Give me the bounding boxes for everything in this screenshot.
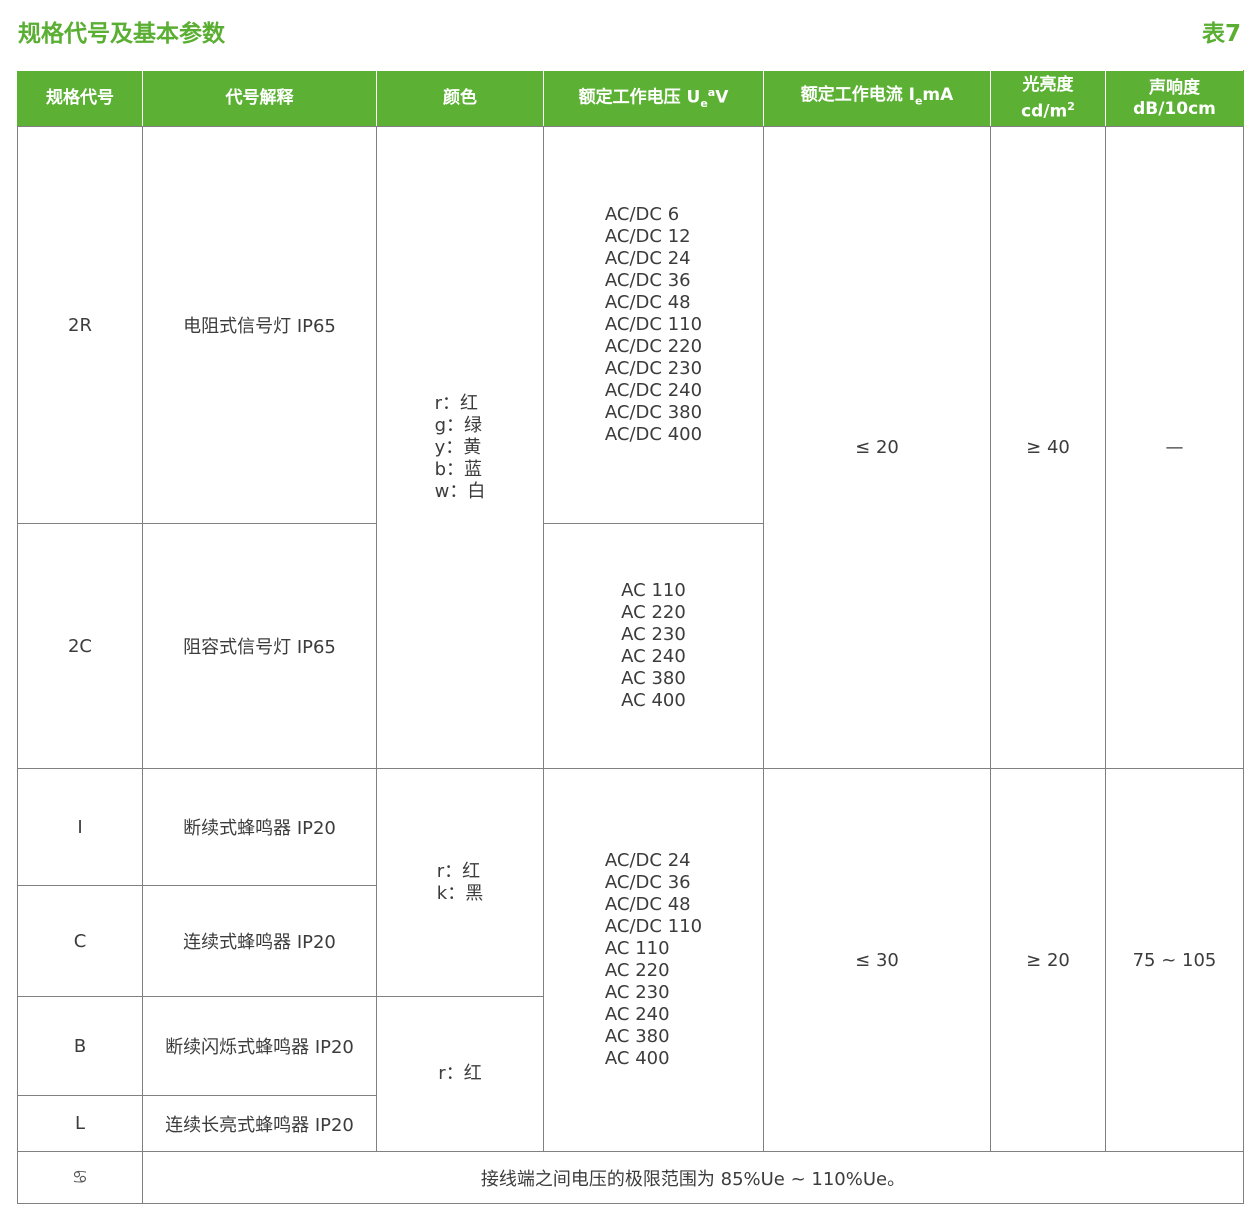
table-row: 2R 电阻式信号灯 IP65 r：红 g：绿 y：黄 b：蓝 w：白 AC/DC… <box>17 126 1244 769</box>
note-text: 接线端之间电压的极限范围为 85%Ue ~ 110%Ue。 <box>142 1151 1244 1204</box>
buzzer-current-cell: ≤ 30 <box>763 768 991 1152</box>
lamp-color-list: r：红 g：绿 y：黄 b：蓝 w：白 <box>434 392 486 502</box>
header-sound: 声响度 dB/10cm <box>1105 70 1244 127</box>
header-current: 额定工作电流 IemA <box>763 70 991 127</box>
note-icon-cell: ♋ <box>17 1151 143 1204</box>
desc-cell: 电阻式信号灯 IP65 <box>142 126 377 524</box>
lamp-current-cell: ≤ 20 <box>763 126 991 769</box>
desc-cell: 连续长亮式蜂鸣器 IP20 <box>142 1095 377 1152</box>
code-cell: L <box>17 1095 143 1152</box>
buzzer-sound-cell: 75 ~ 105 <box>1105 768 1244 1152</box>
code-cell: C <box>17 885 143 997</box>
header-sound-unit: dB/10cm <box>1133 98 1216 119</box>
table-row: I 断续式蜂鸣器 IP20 r：红 k：黑 AC/DC 24 AC/DC 36 … <box>17 768 1244 1152</box>
code-cell: 2C <box>17 523 143 769</box>
header-current-label: 额定工作电流 I <box>800 85 915 106</box>
desc-cell: 断续式蜂鸣器 IP20 <box>142 768 377 886</box>
spec-table: 规格代号 代号解释 颜色 额定工作电压 UeaV 额定工作电流 IemA 光亮度… <box>17 70 1244 1204</box>
buzzer-color-cell-IC: r：红 k：黑 <box>376 768 544 997</box>
desc-cell: 断续闪烁式蜂鸣器 IP20 <box>142 996 377 1096</box>
voltage-cell-2C: AC 110 AC 220 AC 230 AC 240 AC 380 AC 40… <box>543 523 764 769</box>
note-icon: ♋ <box>71 1167 89 1188</box>
header-sound-label: 声响度 <box>1149 77 1200 98</box>
table-number: 表7 <box>1201 21 1241 47</box>
lamp-sound-cell: — <box>1105 126 1244 769</box>
table-header: 规格代号 代号解释 颜色 额定工作电压 UeaV 额定工作电流 IemA 光亮度… <box>17 70 1244 127</box>
header-brightness-label: 光亮度 <box>1022 74 1074 95</box>
buzzer-voltage-cell: AC/DC 24 AC/DC 36 AC/DC 48 AC/DC 110 AC … <box>543 768 764 1152</box>
note-row: ♋ 接线端之间电压的极限范围为 85%Ue ~ 110%Ue。 <box>17 1151 1244 1204</box>
voltage-list-2C: AC 110 AC 220 AC 230 AC 240 AC 380 AC 40… <box>621 580 686 711</box>
header-desc: 代号解释 <box>142 70 377 127</box>
header-voltage: 额定工作电压 UeaV <box>543 70 764 127</box>
code-cell: I <box>17 768 143 886</box>
header-voltage-label: 额定工作电压 U <box>578 88 701 109</box>
voltage-list-2R: AC/DC 6 AC/DC 12 AC/DC 24 AC/DC 36 AC/DC… <box>604 204 703 445</box>
lamp-brightness-cell: ≥ 40 <box>990 126 1106 769</box>
header-voltage-unit: V <box>715 88 729 109</box>
header-current-unit: mA <box>922 85 954 106</box>
header-brightness-sup: 2 <box>1067 99 1075 113</box>
code-cell: B <box>17 996 143 1096</box>
desc-cell: 连续式蜂鸣器 IP20 <box>142 885 377 997</box>
desc-cell: 阻容式信号灯 IP65 <box>142 523 377 769</box>
buzzer-color-list-IC: r：红 k：黑 <box>436 860 484 904</box>
buzzer-brightness-cell: ≥ 20 <box>990 768 1106 1152</box>
header-color: 颜色 <box>376 70 544 127</box>
header-brightness-unit: cd/m <box>1021 101 1068 122</box>
lamp-color-cell: r：红 g：绿 y：黄 b：蓝 w：白 <box>376 126 544 769</box>
code-cell: 2R <box>17 126 143 524</box>
header-code: 规格代号 <box>17 70 143 127</box>
buzzer-color-cell-BL: r：红 <box>376 996 544 1152</box>
voltage-cell-2R: AC/DC 6 AC/DC 12 AC/DC 24 AC/DC 36 AC/DC… <box>543 126 764 524</box>
buzzer-voltage-list: AC/DC 24 AC/DC 36 AC/DC 48 AC/DC 110 AC … <box>604 850 703 1069</box>
header-voltage-sub: e <box>700 97 708 111</box>
header-brightness: 光亮度 cd/m2 <box>990 70 1106 127</box>
buzzer-color-list-BL: r：红 <box>438 1063 482 1084</box>
page-title: 规格代号及基本参数 <box>18 21 225 47</box>
